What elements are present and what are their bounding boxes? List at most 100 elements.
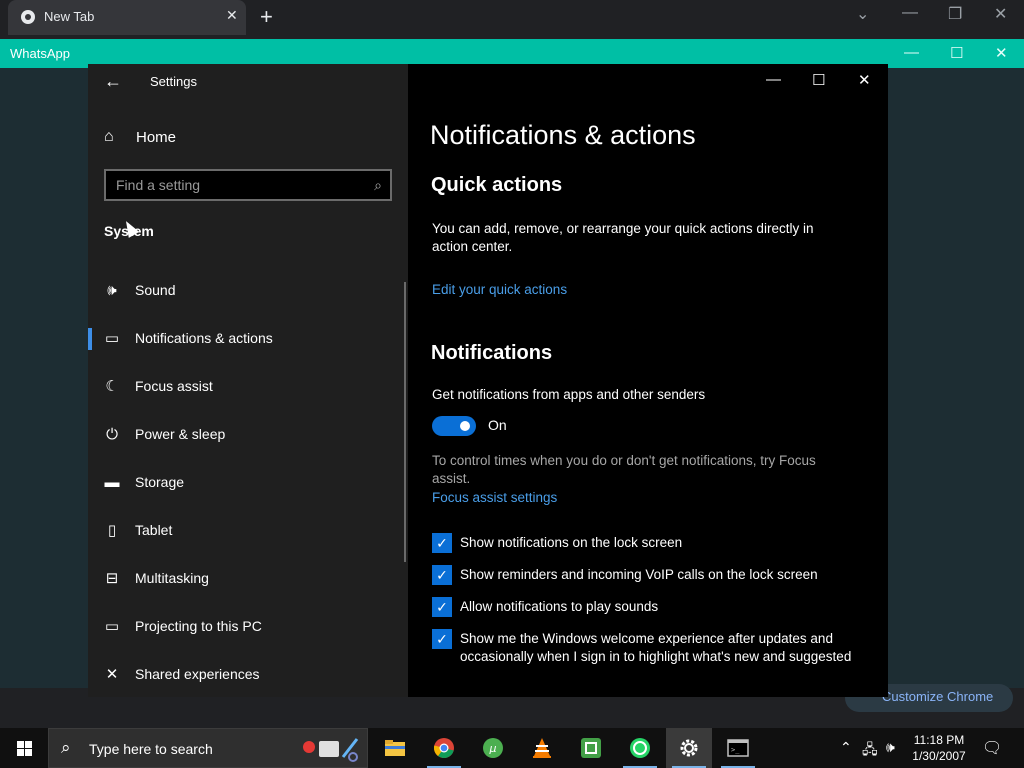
chrome-icon [433,738,454,759]
focus-assist-description: To control times when you do or don't ge… [432,453,816,486]
folder-icon [385,740,405,756]
get-notifications-label: Get notifications from apps and other se… [432,387,706,402]
whatsapp-maximize-button[interactable]: ☐ [950,44,963,62]
checkbox-label: Show notifications on the lock screen [460,535,683,550]
new-tab-button[interactable]: + [260,5,273,29]
taskbar-utorrent[interactable]: μ [470,728,516,768]
whatsapp-close-button[interactable]: ✕ [995,44,1008,62]
tab-close-icon[interactable]: ✕ [226,7,238,24]
checkbox-label: Show reminders and incoming VoIP calls o… [460,567,818,582]
tab-title: New Tab [44,9,95,24]
nav-home[interactable]: ⌂ Home [104,128,176,146]
nav-item-tablet[interactable]: ▯ Tablet [88,510,404,550]
quick-actions-heading: Quick actions [431,174,563,196]
notifications-heading: Notifications [431,342,553,364]
taskbar-file-explorer[interactable] [372,728,418,768]
taskbar-settings[interactable] [666,728,712,768]
svg-text:μ: μ [489,742,497,755]
start-button[interactable] [0,728,48,768]
network-icon[interactable]: 🖧 [862,739,878,763]
quick-actions-description: You can add, remove, or rearrange your q… [432,221,814,254]
volume-icon[interactable]: 🕪 [886,739,895,756]
toggle-state-label: On [488,417,507,433]
nav-item-label: Projecting to this PC [135,618,262,634]
whatsapp-title: WhatsApp [10,46,70,61]
nav-item-shared-experiences[interactable]: ✕ Shared experiences [88,654,404,694]
nav-item-label: Focus assist [135,378,213,394]
checkbox-label: Show me the Windows welcome experience a… [460,631,852,664]
tab-search-icon[interactable]: ⌄ [856,4,869,24]
chevron-up-icon[interactable]: ⌃ [840,739,852,756]
taskbar-whatsapp[interactable] [617,728,663,768]
edit-quick-actions-link[interactable]: Edit your quick actions [432,282,567,297]
nav-item-notifications[interactable]: ▭ Notifications & actions [88,318,404,358]
whatsapp-minimize-button[interactable]: — [904,44,919,61]
taskbar-clock[interactable]: 11:18 PM 1/30/2007 [905,732,973,764]
message-icon: ▭ [104,330,120,347]
back-arrow-icon[interactable]: ← [104,71,122,92]
taskbar: ⌕ Type here to search μ >_ ⌃ 🖧 🕪 11:18 P… [0,728,1024,768]
search-icon: ⌕ [374,177,382,193]
clock-date: 1/30/2007 [912,749,966,763]
chrome-logo-icon [21,10,35,24]
find-setting-placeholder: Find a setting [116,177,201,193]
clock-time: 11:18 PM [913,733,965,747]
camtasia-icon [581,738,601,758]
nav-item-label: Storage [135,474,185,490]
nav-item-label: Shared experiences [135,666,260,682]
customize-chrome-label: Customize Chrome [882,689,994,704]
taskbar-camtasia[interactable] [568,728,614,768]
nav-item-label: Tablet [135,522,173,538]
chrome-close-button[interactable]: ✕ [994,4,1007,24]
nav-item-projecting[interactable]: ▭ Projecting to this PC [88,606,404,646]
nav-home-label: Home [136,128,177,146]
checkbox-checked-icon[interactable]: ✓ [432,565,452,585]
focus-assist-settings-link[interactable]: Focus assist settings [432,490,557,505]
search-icon: ⌕ [61,738,71,757]
settings-content-pane: — ☐ ✕ Notifications & actions Quick acti… [408,64,888,697]
shared-icon: ✕ [105,666,119,683]
nav-item-focus-assist[interactable]: ☾ Focus assist [88,366,404,406]
tablet-icon: ▯ [107,522,117,539]
nav-item-storage[interactable]: ▬ Storage [88,462,404,502]
nav-item-multitasking[interactable]: ⊟ Multitasking [88,558,404,598]
svg-text:>_: >_ [731,746,740,754]
chrome-minimize-button[interactable]: — [902,4,918,22]
moon-icon: ☾ [105,378,119,395]
checkbox-checked-icon[interactable]: ✓ [432,629,452,649]
nav-item-sound[interactable]: 🕪 Sound [88,270,404,310]
terminal-icon: >_ [727,739,749,757]
action-center-icon[interactable]: 🗨 [982,738,1002,758]
checkbox-label: Allow notifications to play sounds [460,599,659,614]
storage-icon: ▬ [104,473,120,491]
nav-scrollbar[interactable] [404,282,406,562]
settings-maximize-button[interactable]: ☐ [812,71,825,89]
search-highlight-icon [303,738,359,762]
taskbar-vlc[interactable] [519,728,565,768]
nav-item-power-sleep[interactable]: ⏻ Power & sleep [88,414,404,454]
multitasking-icon: ⊟ [105,570,119,587]
chrome-tab[interactable]: New Tab ✕ [8,0,246,35]
chrome-restore-button[interactable]: ❐ [948,4,962,24]
settings-minimize-button[interactable]: — [766,71,781,88]
settings-close-button[interactable]: ✕ [858,71,871,89]
checkbox-checked-icon[interactable]: ✓ [432,533,452,553]
nav-item-label: Notifications & actions [135,330,273,346]
notifications-toggle[interactable] [432,416,476,436]
speaker-icon: 🕪 [107,281,117,299]
taskbar-command-prompt[interactable]: >_ [715,728,761,768]
utorrent-icon: μ [483,738,503,758]
settings-window-title: Settings [150,74,197,89]
taskbar-search-box[interactable]: ⌕ Type here to search [48,728,368,768]
taskbar-search-placeholder: Type here to search [89,741,213,757]
vlc-icon [533,738,551,758]
projector-icon: ▭ [104,618,120,635]
settings-nav-pane: ← Settings ⌂ Home Find a setting ⌕ Syste… [88,64,408,697]
whatsapp-icon [630,738,650,758]
find-setting-input[interactable]: Find a setting ⌕ [104,169,392,201]
checkbox-checked-icon[interactable]: ✓ [432,597,452,617]
taskbar-chrome[interactable] [421,728,467,768]
windows-logo-icon [17,741,32,756]
settings-window: ← Settings ⌂ Home Find a setting ⌕ Syste… [88,64,888,697]
nav-item-label: Multitasking [135,570,209,586]
